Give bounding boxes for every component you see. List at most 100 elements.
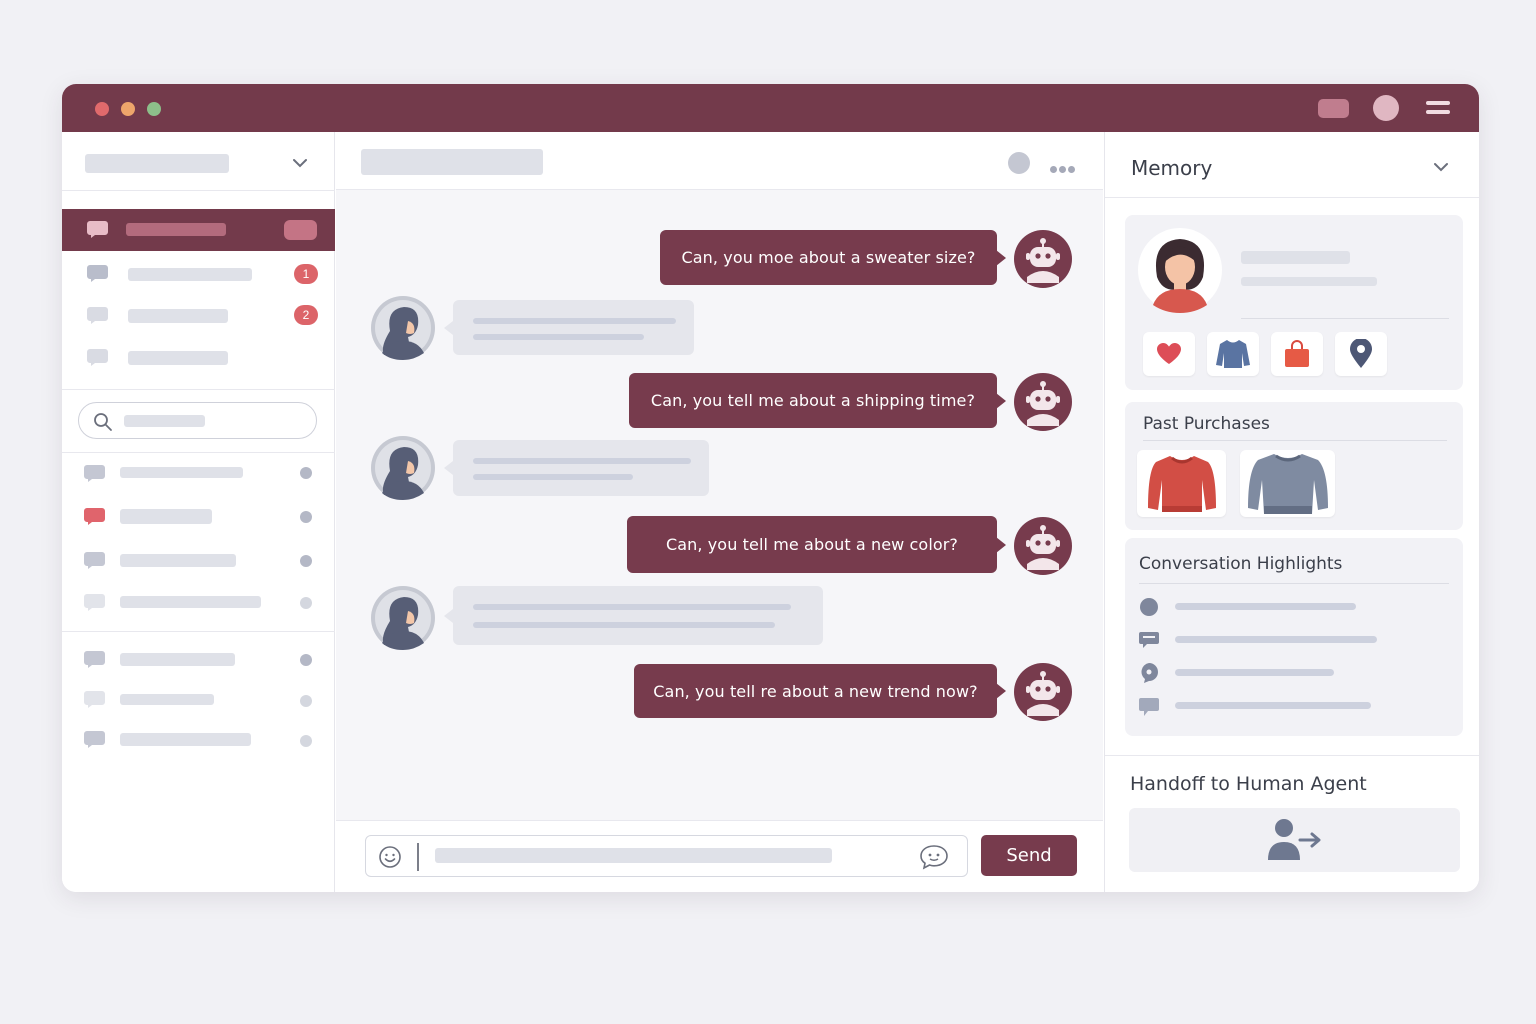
past-purchases-card: Past Purchases [1125, 402, 1463, 530]
status-dot-icon [300, 555, 312, 567]
status-dot-icon [300, 654, 312, 666]
list-item[interactable] [62, 540, 335, 582]
purchase-item[interactable] [1137, 450, 1226, 517]
sidebar-item-conversation[interactable]: 2 [62, 295, 335, 337]
memory-panel: Memory Past Purchases Conversation Highl… [1104, 132, 1479, 892]
handoff-person-arrow-icon [1267, 819, 1320, 860]
chat-bubble-icon[interactable] [919, 844, 949, 870]
bot-avatar-icon [1014, 517, 1072, 575]
customer-name-placeholder [1241, 251, 1350, 264]
list-item[interactable] [62, 678, 335, 720]
list-item-placeholder [120, 467, 243, 478]
unread-badge: 1 [294, 264, 318, 284]
chat-bubble-icon [84, 508, 105, 525]
customer-avatar [1138, 228, 1222, 313]
status-dot-icon [300, 511, 312, 523]
input-placeholder [435, 848, 832, 863]
app-window: 1 2 Can, you moe about a sweater size? C… [62, 84, 1479, 892]
smiley-icon[interactable] [378, 845, 402, 869]
bot-message: Can, you moe about a sweater size? [660, 230, 1006, 285]
divider [1139, 583, 1449, 584]
list-item-placeholder [120, 554, 236, 567]
sweater-icon [1216, 340, 1250, 368]
list-item[interactable] [62, 496, 335, 538]
favorites-tile[interactable] [1143, 332, 1195, 376]
list-item[interactable] [62, 452, 335, 494]
message-icon [1139, 632, 1159, 648]
list-item[interactable] [62, 718, 335, 760]
sidebar-item-conversation[interactable]: 1 [62, 253, 335, 295]
search-placeholder [124, 415, 205, 427]
apparel-tile[interactable] [1207, 332, 1259, 376]
hamburger-menu-icon[interactable] [1426, 101, 1450, 115]
bot-message: Can, you tell me about a new color? [627, 516, 1006, 573]
sidebar-item-conversation[interactable] [62, 337, 335, 379]
bot-message: Can, you tell me about a shipping time? [629, 373, 1006, 428]
sidebar-item-active-conversation[interactable] [62, 209, 335, 251]
conversation-highlights-card: Conversation Highlights [1125, 538, 1463, 736]
conversation-sidebar: 1 2 [62, 132, 335, 892]
handoff-title: Handoff to Human Agent [1130, 773, 1367, 795]
message-input[interactable] [365, 835, 968, 877]
user-avatar-icon [371, 586, 435, 650]
list-item-placeholder [120, 694, 214, 705]
handoff-button[interactable] [1129, 808, 1460, 872]
user-avatar-icon [371, 436, 435, 500]
user-message-placeholder [444, 440, 709, 496]
chat-bubble-icon [84, 731, 105, 748]
divider [62, 389, 335, 390]
list-item-placeholder [120, 653, 235, 666]
conversation-title-placeholder [128, 351, 228, 365]
user-avatar-icon [371, 296, 435, 360]
shopping-bag-icon [1285, 340, 1309, 367]
list-item[interactable] [62, 582, 335, 624]
workspace-name-placeholder [85, 154, 229, 173]
past-purchases-title: Past Purchases [1143, 414, 1270, 434]
active-badge [284, 220, 317, 240]
heart-icon [1157, 343, 1181, 364]
highlights-title: Conversation Highlights [1139, 554, 1343, 574]
circle-icon [1140, 598, 1158, 616]
chat-header [336, 132, 1103, 190]
search-input[interactable] [78, 402, 317, 439]
status-dot-icon [300, 467, 312, 479]
chevron-down-icon[interactable] [1434, 160, 1448, 174]
profile-circle-icon[interactable] [1373, 95, 1399, 121]
text-caret [417, 843, 419, 871]
maximize-window-button[interactable] [147, 102, 161, 116]
user-message-placeholder [444, 586, 823, 645]
chat-bubble-icon [84, 691, 105, 708]
shopping-tile[interactable] [1271, 332, 1323, 376]
status-dot-icon[interactable] [1008, 152, 1030, 174]
status-dot-icon [300, 695, 312, 707]
list-item-placeholder [120, 509, 212, 524]
chevron-down-icon[interactable] [293, 156, 307, 170]
location-pin-icon [1350, 339, 1372, 368]
conversation-title-placeholder [128, 268, 252, 281]
window-rect-icon[interactable] [1318, 99, 1349, 118]
unread-badge: 2 [294, 305, 318, 325]
location-tile[interactable] [1335, 332, 1387, 376]
chat-bubble-icon [87, 349, 108, 366]
close-window-button[interactable] [95, 102, 109, 116]
status-dot-icon [300, 597, 312, 609]
list-item[interactable] [62, 638, 335, 680]
chat-pane: Can, you moe about a sweater size? Can, … [336, 132, 1103, 892]
send-button[interactable]: Send [981, 835, 1077, 876]
minimize-window-button[interactable] [121, 102, 135, 116]
bot-avatar-icon [1014, 663, 1072, 721]
title-bar [62, 84, 1479, 132]
chat-bubble-icon [84, 594, 105, 611]
divider [1105, 755, 1479, 756]
chat-title-placeholder [361, 149, 543, 175]
grey-sweater-icon [1247, 453, 1328, 514]
memory-header[interactable]: Memory [1105, 132, 1479, 198]
sidebar-header[interactable] [62, 132, 335, 191]
purchase-item[interactable] [1240, 450, 1335, 517]
message-composer: Send [336, 820, 1103, 892]
status-dot-icon [300, 735, 312, 747]
chat-bubble-icon [87, 307, 108, 324]
more-options-icon[interactable] [1050, 158, 1077, 177]
bot-avatar-icon [1014, 373, 1072, 431]
chat-bubble-icon [87, 265, 108, 282]
